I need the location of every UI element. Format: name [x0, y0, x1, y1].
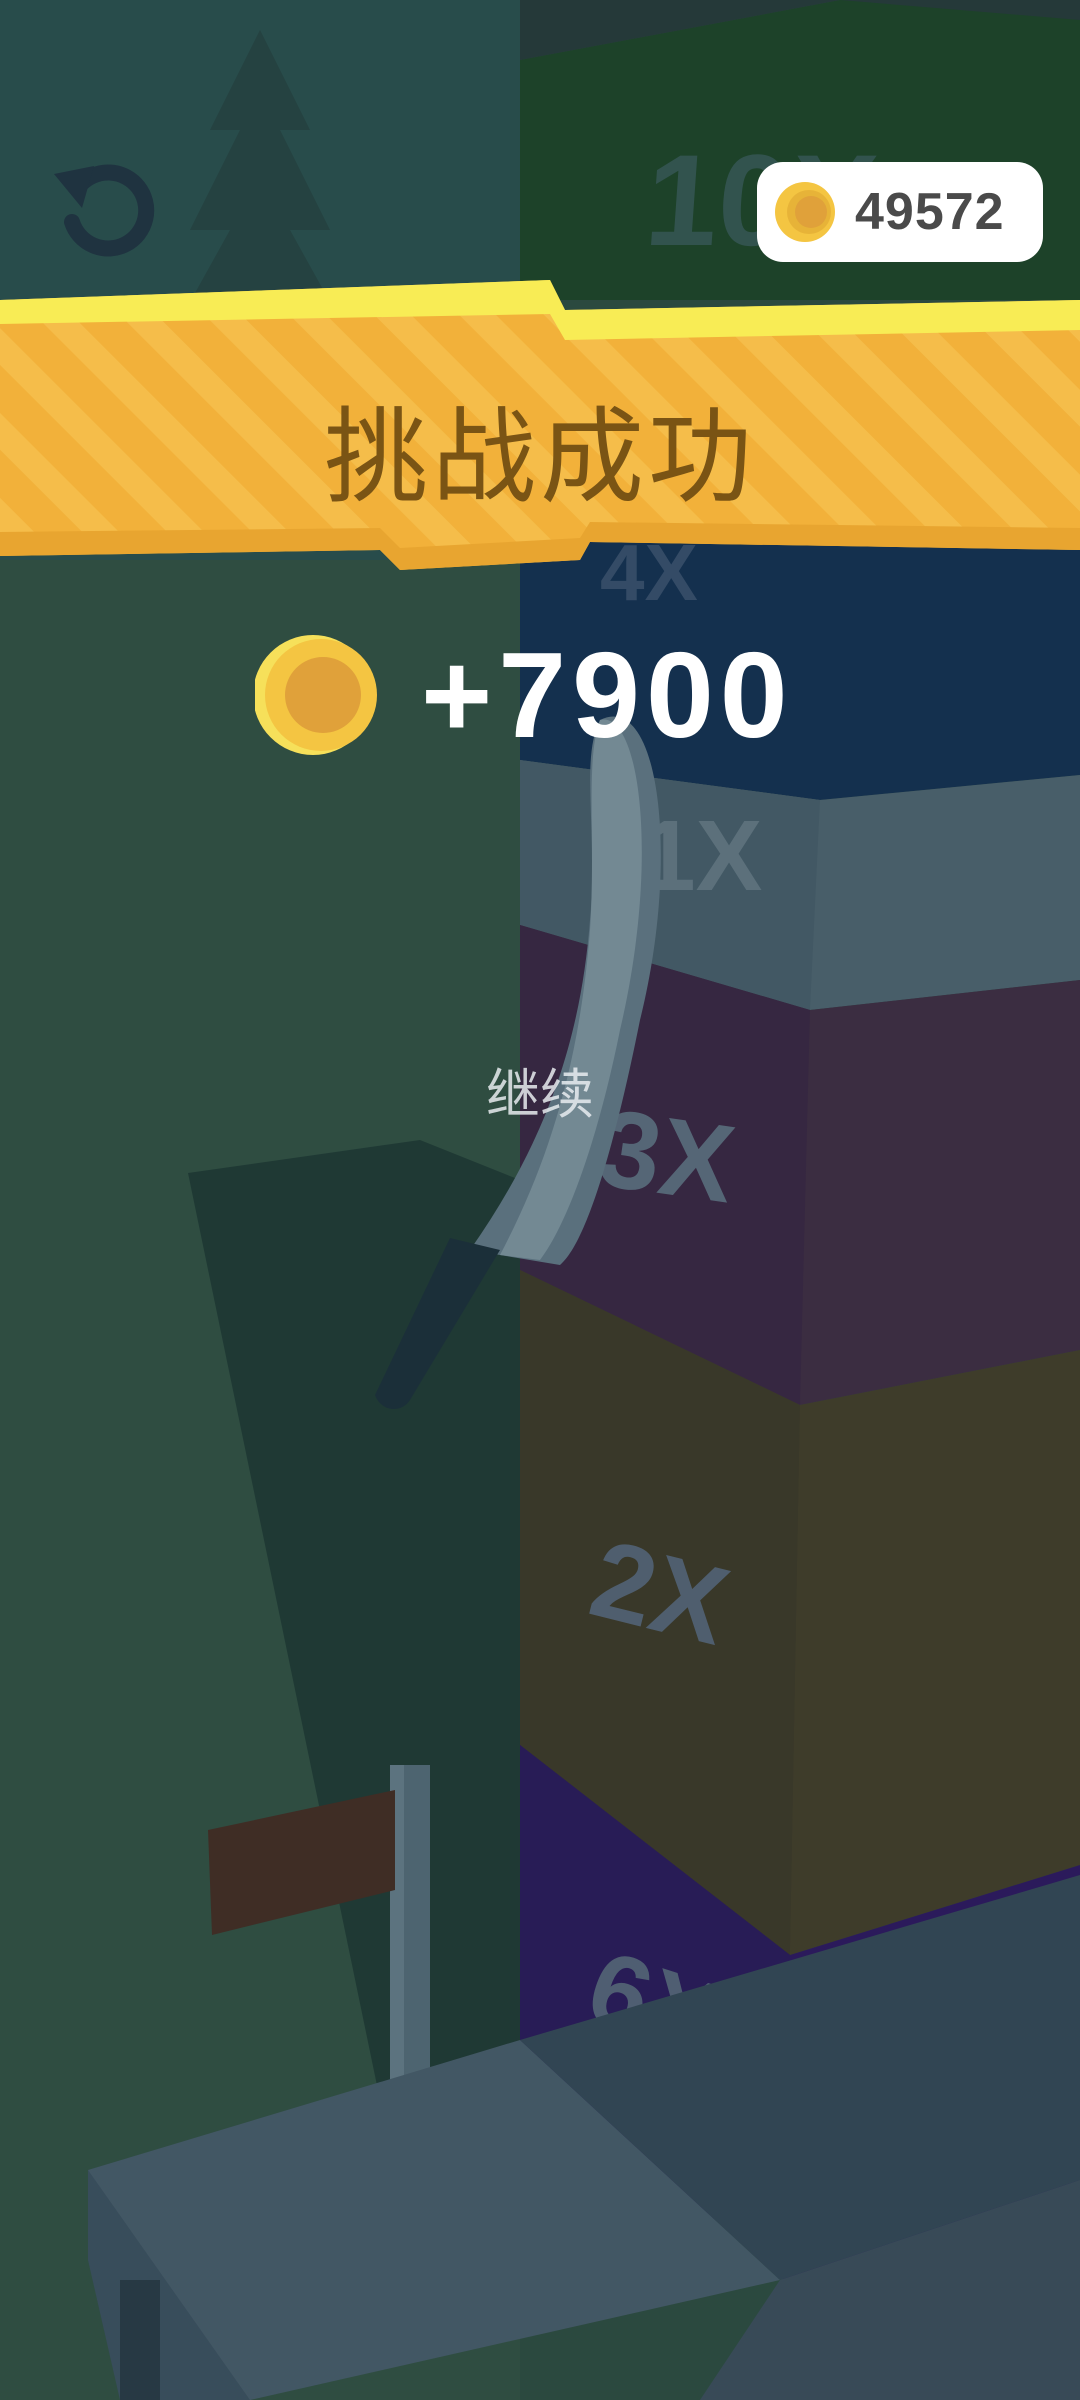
- game-screen: 10X 4X 1X 3X 2X 6X: [0, 0, 1080, 2400]
- continue-button[interactable]: 继续: [440, 1055, 640, 1135]
- restart-button[interactable]: [50, 150, 160, 260]
- reward-amount: +7900: [421, 627, 794, 763]
- reward-display: +7900: [255, 627, 794, 763]
- coin-total: 49572: [855, 183, 1005, 241]
- coin-icon: [775, 182, 835, 242]
- coin-icon: [255, 635, 377, 755]
- result-title: 挑战成功: [323, 396, 756, 518]
- restart-icon: [54, 164, 155, 257]
- coin-counter: 49572: [757, 162, 1043, 262]
